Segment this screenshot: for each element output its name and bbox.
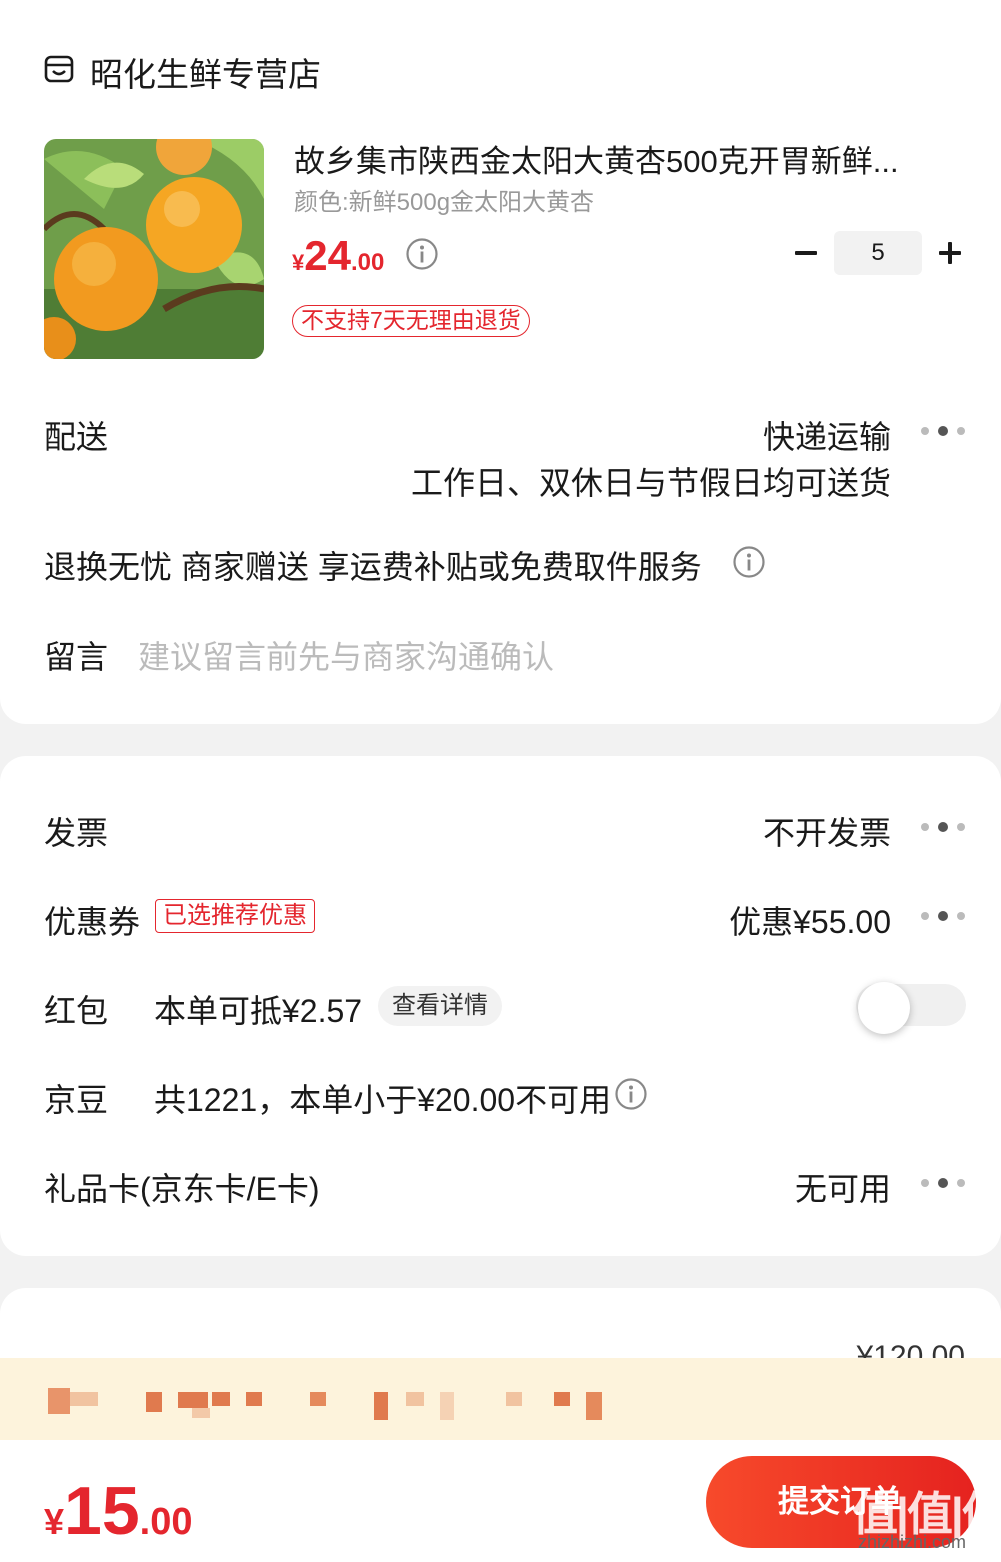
service-text: 退换无忧 商家赠送 享运费补贴或免费取件服务 [44, 549, 702, 585]
giftcard-value[interactable]: 无可用 [795, 1164, 891, 1210]
store-name[interactable]: 昭化生鲜专营店 [90, 48, 321, 96]
product-image[interactable] [44, 139, 264, 359]
invoice-value[interactable]: 不开发票 [763, 808, 891, 854]
giftcard-label: 礼品卡(京东卡/E卡) [44, 1171, 320, 1207]
pixel-block [374, 1392, 388, 1420]
product-spec[interactable]: 颜色:新鲜500g金太阳大黄杏 [294, 182, 594, 217]
total-price: ¥15.00 [44, 1472, 193, 1550]
info-icon[interactable] [614, 1077, 648, 1111]
order-card-payment: 发票 不开发票 优惠券 已选推荐优惠 优惠¥55.00 红包 本单可抵¥2.57… [0, 756, 1001, 1256]
pixel-block [310, 1392, 326, 1406]
more-dots-icon[interactable] [921, 1178, 965, 1189]
promo-banner[interactable] [0, 1358, 1001, 1440]
pixel-block [506, 1392, 522, 1406]
price-decimal: .00 [350, 249, 385, 276]
pixel-block [70, 1392, 98, 1406]
watermark-url: zhizhizhi.com [858, 1532, 967, 1552]
message-input[interactable]: 建议留言前先与商家沟通确认 [138, 632, 554, 678]
price-integer: 24 [304, 232, 351, 279]
more-dots-icon[interactable] [921, 822, 965, 833]
redpacket-label: 红包 [44, 993, 109, 1029]
more-dots-icon[interactable] [921, 911, 965, 922]
pixel-block [586, 1392, 602, 1420]
invoice-label: 发票 [44, 815, 109, 851]
quantity-minus-button[interactable] [792, 238, 820, 268]
delivery-label: 配送 [44, 419, 109, 455]
pixel-block [554, 1392, 570, 1406]
coupon-value[interactable]: 优惠¥55.00 [729, 897, 891, 943]
no-return-tag: 不支持7天无理由退货 [292, 305, 530, 337]
delivery-schedule[interactable]: 工作日、双休日与节假日均可送货 [411, 458, 891, 504]
store-icon [44, 55, 74, 83]
coupon-recommended-tag: 已选推荐优惠 [155, 899, 315, 933]
info-icon[interactable] [405, 237, 439, 271]
quantity-input[interactable]: 5 [834, 231, 922, 275]
pixel-block [440, 1392, 454, 1420]
pixel-block [178, 1392, 208, 1408]
pixel-block [406, 1392, 424, 1406]
view-details-button[interactable]: 查看详情 [378, 986, 502, 1026]
pixel-block [212, 1392, 230, 1406]
info-icon[interactable] [732, 545, 766, 579]
redpacket-text: 本单可抵¥2.57 [154, 993, 363, 1029]
coupon-label: 优惠券 [44, 904, 141, 940]
jingdou-text: 共1221，本单小于¥20.00不可用 [154, 1082, 612, 1118]
redpacket-toggle[interactable] [856, 982, 966, 1034]
delivery-method[interactable]: 快递运输 [763, 412, 891, 458]
total-decimal: .00 [139, 1501, 193, 1543]
total-currency: ¥ [44, 1501, 65, 1542]
more-dots-icon[interactable] [921, 426, 965, 437]
order-card-product: 昭化生鲜专营店 故乡集市陕西金太阳大黄杏500克开胃新鲜... 颜色:新鲜500… [0, 0, 1001, 724]
jingdou-label: 京豆 [44, 1082, 109, 1118]
pixel-block [146, 1392, 162, 1412]
product-title[interactable]: 故乡集市陕西金太阳大黄杏500克开胃新鲜... [294, 136, 954, 181]
total-integer: 15 [64, 1473, 140, 1549]
quantity-plus-button[interactable] [936, 238, 964, 268]
toggle-knob [858, 982, 910, 1034]
pixel-block [246, 1392, 262, 1406]
pixel-block [192, 1408, 210, 1418]
pixel-block [48, 1388, 70, 1414]
product-price: ¥24.00 [292, 232, 384, 280]
message-label: 留言 [44, 639, 109, 675]
price-currency: ¥ [292, 250, 305, 275]
